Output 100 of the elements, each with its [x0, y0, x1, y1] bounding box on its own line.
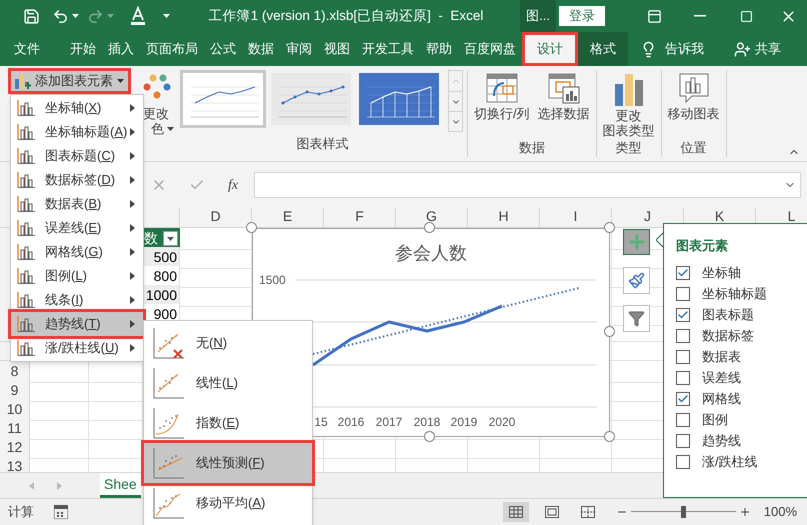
ribbon-tab[interactable]: 帮助 [420, 32, 458, 66]
chart-element-icon [17, 220, 35, 236]
table-cell-text: 1000 [146, 286, 177, 305]
checkbox[interactable] [676, 350, 690, 364]
table-cell-text: 900 [154, 305, 177, 324]
ribbon-button[interactable]: 移动图表 [666, 70, 722, 121]
status-mode: 计算 [8, 503, 34, 522]
column-header[interactable]: K [714, 209, 724, 223]
ribbon-button[interactable]: 更改 图表类型 [600, 70, 657, 138]
ribbon-button[interactable]: 选择数据 [536, 70, 592, 121]
sign-in-button[interactable]: 登录 [559, 6, 605, 26]
ribbon-tab[interactable]: 格式 [578, 32, 628, 66]
ribbon-tab[interactable]: 文件 [8, 32, 46, 66]
menu-item[interactable]: 图例(L) [11, 264, 143, 288]
checkbox-label: 图表标题 [702, 306, 754, 324]
submenu-arrow-icon [130, 296, 135, 304]
menu-item[interactable]: 数据标签(D) [11, 168, 143, 192]
maximize-icon [740, 10, 752, 22]
column-header[interactable]: D [210, 209, 221, 223]
font-color-button[interactable] [128, 4, 148, 28]
checkbox-label: 坐标轴标题 [702, 285, 767, 304]
ribbon-tab[interactable]: 百度网盘 [458, 32, 522, 66]
menu-item[interactable]: 坐标轴标题(A) [11, 120, 143, 144]
share-button[interactable]: 共享 [734, 32, 781, 66]
ribbon-tab[interactable]: 页面布局 [140, 32, 204, 66]
checkbox[interactable] [676, 455, 690, 469]
ribbon-tab[interactable]: 设计 [522, 32, 578, 66]
column-header[interactable]: G [426, 209, 437, 223]
ribbon-display-icon [646, 8, 662, 24]
checkbox[interactable] [676, 434, 690, 448]
ribbon-button[interactable]: 切换行/列 [472, 70, 532, 121]
insert-function-button[interactable]: fx [218, 173, 248, 197]
chart-title: 参会人数 [395, 243, 467, 263]
column-header[interactable]: I [574, 209, 578, 223]
sheet-tab[interactable]: Shee [100, 473, 141, 498]
axis-label: 2019 [450, 415, 478, 429]
add-chart-element-button[interactable]: 添加图表元素 [8, 68, 131, 94]
column-header[interactable]: F [355, 209, 364, 223]
chart-element-icon [17, 244, 35, 260]
right-arrow-icon [56, 482, 62, 490]
checkbox[interactable] [676, 413, 690, 427]
column-header[interactable]: E [282, 209, 292, 223]
group-label: 位置 [680, 140, 707, 155]
menu-item[interactable]: 涨/跌柱线(U) [11, 336, 143, 360]
checkbox[interactable] [676, 287, 690, 301]
submenu-arrow-icon [130, 224, 135, 232]
filter-dropdown-button[interactable] [163, 231, 178, 246]
menu-item[interactable]: 图表标题(C) [11, 144, 143, 168]
menu-item[interactable]: 移动平均(A) [144, 483, 312, 523]
change-colors-button[interactable]: 更改 色 [143, 74, 177, 136]
caret-icon [107, 14, 114, 18]
chart-style-thumbnail[interactable] [268, 70, 354, 128]
resize-handle[interactable] [604, 326, 615, 337]
person-add-icon [734, 40, 751, 58]
ribbon-tab[interactable]: 插入 [102, 32, 140, 66]
zoom-slider-thumb[interactable] [681, 506, 686, 518]
tell-me-button[interactable]: 告诉我 [640, 32, 704, 66]
resize-handle[interactable] [604, 431, 615, 442]
chart-area[interactable]: 参会人数 1500 15 2016 2017 2018 2019 2020 [252, 228, 610, 437]
column-header[interactable]: L [788, 209, 796, 223]
chart-filters-button[interactable] [623, 305, 650, 332]
menu-item[interactable]: 坐标轴(X) [11, 96, 143, 120]
paintbrush-icon [628, 272, 645, 289]
ribbon-tab[interactable]: 数据 [242, 32, 280, 66]
caret-icon [167, 126, 174, 130]
menu-item[interactable]: 误差线(E) [11, 216, 143, 240]
resize-handle[interactable] [424, 431, 435, 442]
ribbon-tab[interactable]: 视图 [318, 32, 356, 66]
group-label: 数据 [518, 140, 545, 155]
table-cell-text: 500 [154, 248, 177, 267]
checkbox[interactable] [676, 266, 690, 280]
chart-style-thumbnail[interactable] [356, 70, 442, 128]
formula-input[interactable] [254, 172, 801, 198]
menu-item[interactable]: 线条(I) [11, 288, 143, 312]
menu-item[interactable]: 线性预测(F) [144, 443, 312, 483]
checkbox[interactable] [676, 329, 690, 343]
menu-item[interactable]: 数据表(B) [11, 192, 143, 216]
checkbox[interactable] [676, 308, 690, 322]
chart-element-icon [17, 148, 35, 164]
ribbon-tab[interactable]: 公式 [204, 32, 242, 66]
axis-label: 15 [314, 415, 328, 429]
zoom-slider[interactable] [630, 505, 736, 519]
move-chart-icon [678, 72, 710, 104]
normal-view-button[interactable] [502, 502, 529, 522]
menu-item[interactable]: 网格线(G) [11, 240, 143, 264]
ribbon-tab[interactable]: 审阅 [280, 32, 318, 66]
ribbon-tab[interactable]: 开发工具 [356, 32, 420, 66]
column-header[interactable]: H [498, 209, 509, 223]
chart-styles-button[interactable] [623, 267, 650, 294]
menu-item[interactable]: 趋势线(T) [11, 312, 143, 336]
column-header[interactable]: J [644, 209, 651, 223]
add-chart-element-icon [15, 73, 31, 89]
chart-style-thumbnail[interactable] [180, 70, 266, 128]
checkbox[interactable] [676, 392, 690, 406]
axis-label: 2018 [414, 415, 440, 429]
trendline-icon [152, 486, 186, 520]
checkbox[interactable] [676, 371, 690, 385]
bar-chart-icon [612, 72, 645, 106]
macro-recording-icon[interactable] [54, 505, 68, 519]
ribbon-tab[interactable]: 开始 [64, 32, 102, 66]
